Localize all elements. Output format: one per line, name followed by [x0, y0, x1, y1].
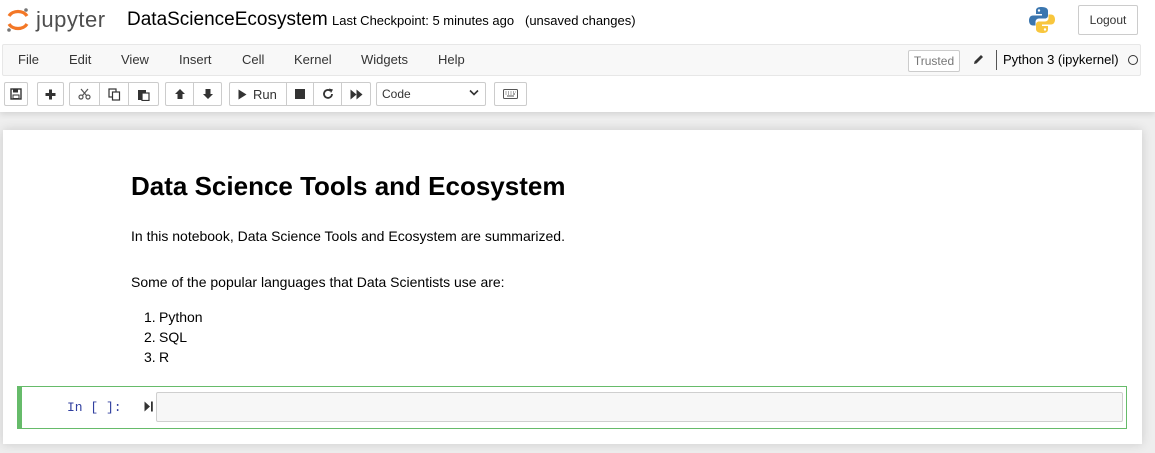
jupyter-logo-text: jupyter: [36, 7, 106, 32]
play-icon: [238, 89, 247, 99]
cell-type-select[interactable]: Code: [376, 82, 486, 106]
code-cell-selected[interactable]: In [ ]:: [17, 386, 1127, 429]
fast-forward-icon: [350, 89, 362, 99]
list-item-text: Python: [159, 309, 203, 325]
toolbar-keyboard-group: [494, 82, 527, 106]
jupyter-logo[interactable]: jupyter: [6, 7, 106, 33]
paste-button[interactable]: [128, 82, 159, 106]
cell-type-value: Code: [382, 87, 411, 101]
languages-list: 1. Python 2. SQL 3. R: [144, 307, 203, 367]
markdown-heading: Data Science Tools and Ecosystem: [131, 171, 566, 201]
menu-widgets[interactable]: Widgets: [361, 45, 408, 75]
menu-edit[interactable]: Edit: [69, 45, 91, 75]
paste-icon: [138, 89, 150, 101]
menu-help[interactable]: Help: [438, 45, 465, 75]
list-item: 2. SQL: [144, 329, 188, 345]
toolbar-run-group: Run: [229, 82, 371, 106]
cut-icon: [78, 88, 91, 100]
pencil-icon[interactable]: [972, 53, 985, 66]
list-item: 1. Python: [144, 309, 203, 325]
kernel-name[interactable]: Python 3 (ipykernel): [1003, 45, 1119, 75]
code-input-area[interactable]: [156, 392, 1123, 422]
menu-insert[interactable]: Insert: [179, 45, 212, 75]
save-button[interactable]: [4, 82, 28, 106]
cut-button[interactable]: [69, 82, 100, 106]
run-button[interactable]: Run: [229, 82, 287, 106]
toolbar-clipboard-group: [69, 82, 159, 106]
jupyter-logo-icon: [7, 8, 29, 32]
list-item: 3. R: [144, 349, 170, 365]
checkpoint-status: Last Checkpoint: 5 minutes ago: [332, 13, 515, 28]
arrow-down-icon: [202, 89, 213, 99]
python-logo-icon: [1029, 7, 1055, 33]
insert-cell-button[interactable]: [37, 82, 64, 106]
restart-icon: [322, 88, 333, 99]
list-item-text: R: [159, 349, 170, 365]
trusted-indicator[interactable]: Trusted: [908, 50, 960, 72]
run-cell-icon[interactable]: [144, 401, 153, 412]
toolbar-insert-group: [37, 82, 64, 106]
plus-icon: [45, 89, 56, 99]
menubar: File Edit View Insert Cell Kernel Widget…: [2, 44, 1141, 76]
save-icon: [10, 88, 22, 100]
kernel-idle-indicator-icon: [1128, 55, 1138, 65]
markdown-languages-paragraph: Some of the popular languages that Data …: [131, 274, 505, 290]
toolbar-move-group: [165, 82, 222, 106]
restart-button[interactable]: [313, 82, 342, 106]
toolbar-save-group: [4, 82, 28, 106]
copy-button[interactable]: [99, 82, 129, 106]
move-up-button[interactable]: [165, 82, 194, 106]
notebook-container: Data Science Tools and Ecosystem In this…: [3, 130, 1142, 444]
logout-button[interactable]: Logout: [1078, 5, 1138, 35]
copy-icon: [107, 87, 120, 101]
list-item-text: SQL: [159, 329, 188, 345]
chevron-down-icon: [469, 89, 479, 96]
restart-run-all-button[interactable]: [341, 82, 371, 106]
stop-icon: [295, 89, 305, 99]
notebook-header: jupyter DataScienceEcosystem Last Checkp…: [0, 0, 1155, 112]
kernel-separator: [996, 50, 997, 70]
unsaved-changes-status: (unsaved changes): [525, 13, 636, 28]
menu-kernel[interactable]: Kernel: [294, 45, 332, 75]
menu-view[interactable]: View: [121, 45, 149, 75]
interrupt-button[interactable]: [286, 82, 314, 106]
menu-cell[interactable]: Cell: [242, 45, 264, 75]
arrow-up-icon: [174, 89, 185, 99]
markdown-intro-paragraph: In this notebook, Data Science Tools and…: [131, 228, 565, 244]
move-down-button[interactable]: [193, 82, 222, 106]
cell-input-prompt: In [ ]:: [67, 400, 122, 415]
menu-file[interactable]: File: [18, 45, 39, 75]
command-palette-button[interactable]: [494, 82, 527, 106]
notebook-name[interactable]: DataScienceEcosystem: [127, 8, 328, 32]
keyboard-icon: [503, 89, 518, 99]
run-button-label: Run: [253, 86, 277, 102]
